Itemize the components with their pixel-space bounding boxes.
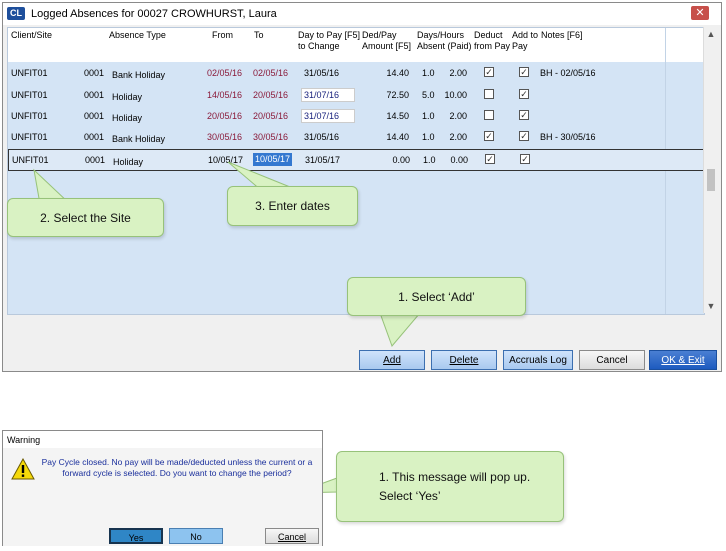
dialog-cancel-button[interactable]: Cancel	[265, 528, 319, 544]
callout-select-add: 1. Select ‘Add’	[347, 277, 526, 316]
callout-popup: 1. This message will pop up. Select ‘Yes…	[336, 451, 564, 522]
pointer-add	[379, 312, 422, 347]
callout-enter-dates: 3. Enter dates	[227, 186, 358, 226]
no-button[interactable]: No	[169, 528, 223, 544]
warning-dialog: Warning Pay Cycle closed. No pay will be…	[2, 430, 323, 546]
callout-select-site: 2. Select the Site	[7, 198, 164, 237]
yes-button[interactable]: Yes	[109, 528, 163, 544]
warning-icon	[11, 458, 35, 480]
dialog-message: Pay Cycle closed. No pay will be made/de…	[41, 457, 313, 478]
dialog-title: Warning	[7, 435, 41, 445]
